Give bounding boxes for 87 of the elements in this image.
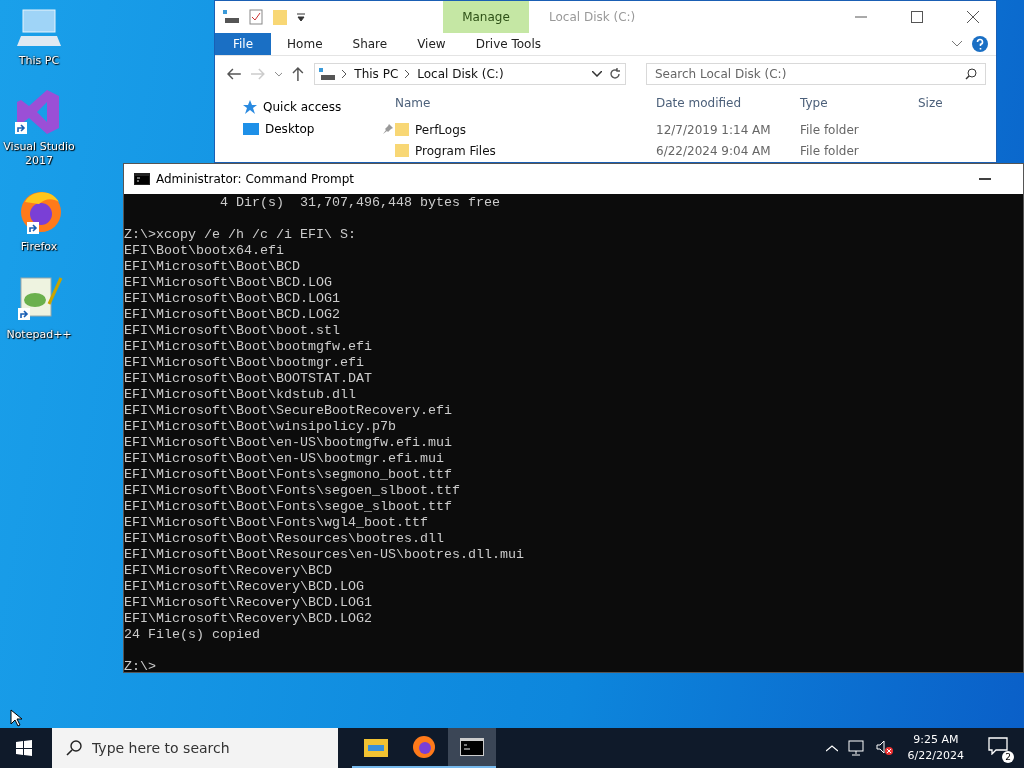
address-bar[interactable]: This PC Local Disk (C:)	[314, 63, 626, 85]
console-line: EFI\Microsoft\Recovery\BCD.LOG1	[124, 595, 373, 611]
taskbar-app[interactable]	[448, 728, 496, 768]
console-line: EFI\Microsoft\Boot\winsipolicy.p7b	[124, 419, 397, 435]
console-icon	[460, 738, 484, 756]
column-header[interactable]: Size	[914, 96, 994, 110]
up-arrow-icon[interactable]	[292, 67, 305, 81]
console-line: EFI\Microsoft\Boot\bootmgr.efi	[124, 355, 365, 371]
console-line: Z:\>xcopy /e /h /c /i EFI\ S:	[124, 227, 357, 243]
muted-speaker-icon[interactable]	[875, 740, 894, 756]
console-line: EFI\Microsoft\Boot\SecureBootRecovery.efi	[124, 403, 453, 419]
notification-count: 2	[1002, 751, 1014, 763]
drive-icon	[319, 68, 336, 80]
table-cell-text: File folder	[799, 143, 860, 158]
column-header[interactable]: Name	[391, 96, 652, 110]
console-line: EFI\Microsoft\Boot\Fonts\segmono_boot.ttf	[124, 467, 453, 483]
search-field[interactable]: Type here to search	[52, 728, 338, 768]
console-line: EFI\Microsoft\Boot\Fonts\wgl4_boot.ttf	[124, 515, 429, 531]
console-line: EFI\Microsoft\Boot\Fonts\segoen_slboot.ttf	[124, 483, 461, 499]
folder-icon	[364, 737, 388, 757]
console-line: EFI\Microsoft\Recovery\BCD.LOG	[124, 579, 365, 595]
nav-item[interactable]: Quick access	[263, 100, 393, 114]
console-line: 4 Dir(s) 31,707,496,448 bytes free	[218, 195, 501, 211]
notification-icon[interactable]	[988, 737, 1008, 755]
console-line: EFI\Microsoft\Boot\Resources\bootres.dll	[124, 531, 445, 547]
chevron-up-icon[interactable]	[825, 744, 838, 752]
ribbon-tab[interactable]: File	[215, 33, 272, 55]
pin-icon[interactable]	[383, 124, 393, 134]
file-name[interactable]: PerfLogs	[415, 122, 467, 137]
console-icon	[134, 173, 150, 185]
mouse-pointer-icon	[10, 709, 22, 727]
help-icon[interactable]	[972, 36, 988, 52]
console-line: EFI\Microsoft\Boot\Fonts\segoe_slboot.ttf	[124, 499, 453, 515]
fox-globe-icon	[412, 735, 436, 759]
chevron-down-icon[interactable]	[592, 71, 602, 77]
console-line: Z:\>	[124, 659, 157, 672]
chevron-right-icon[interactable]	[405, 70, 411, 78]
chevron-right-icon[interactable]	[342, 70, 348, 78]
table-cell-text: File folder	[799, 122, 860, 137]
star-icon	[243, 100, 257, 114]
console-line: EFI\Microsoft\Boot\BOOTSTAT.DAT	[124, 371, 373, 387]
search-icon	[965, 68, 977, 80]
folder-icon	[395, 123, 409, 136]
refresh-icon[interactable]	[609, 68, 621, 80]
ribbon-logo-icon[interactable]	[17, 88, 61, 136]
column-header[interactable]: Type	[796, 96, 914, 110]
search-field[interactable]: Search Local Disk (C:)	[646, 63, 986, 85]
console-line: EFI\Microsoft\Boot\boot.stl	[124, 323, 341, 339]
drive-icon[interactable]	[223, 10, 239, 24]
back-arrow-icon[interactable]	[227, 68, 241, 80]
ribbon-tab[interactable]: View	[403, 33, 460, 55]
nav-item[interactable]: Desktop	[265, 122, 377, 136]
file-name[interactable]: Program Files	[415, 143, 496, 158]
clock-date[interactable]: 6/22/2024	[907, 748, 964, 764]
console-line: EFI\Microsoft\Recovery\BCD	[124, 563, 333, 579]
dropdown-icon[interactable]	[297, 12, 305, 22]
console-line: EFI\Microsoft\Boot\bootmgfw.efi	[124, 339, 373, 355]
maximize-icon[interactable]	[911, 11, 923, 23]
column-header[interactable]: Date modified	[652, 96, 796, 110]
folder-icon	[395, 144, 409, 157]
console-line: EFI\Boot\bootx64.efi	[124, 243, 285, 259]
console-line: EFI\Microsoft\Boot\BCD.LOG1	[124, 291, 341, 307]
breadcrumb-item[interactable]: Local Disk (C:)	[417, 67, 504, 81]
window-title: Administrator: Command Prompt	[156, 172, 354, 186]
console-line: EFI\Microsoft\Boot\en-US\bootmgr.efi.mui	[124, 451, 445, 467]
console-line: EFI\Microsoft\Boot\BCD	[124, 259, 301, 275]
ribbon-tab[interactable]: Share	[338, 33, 402, 55]
console-line: EFI\Microsoft\Recovery\BCD.LOG2	[124, 611, 373, 627]
table-cell-text: 12/7/2019 1:14 AM	[655, 122, 772, 137]
console-line: EFI\Microsoft\Boot\en-US\bootmgfw.efi.mui	[124, 435, 453, 451]
close-icon[interactable]	[967, 11, 979, 23]
clock-time[interactable]: 9:25 AM	[913, 732, 959, 748]
console-line: EFI\Microsoft\Boot\Resources\en-US\bootres.dll.mui	[124, 547, 525, 563]
breadcrumb-item[interactable]: This PC	[354, 67, 399, 81]
window-title: Local Disk (C:)	[549, 10, 637, 24]
properties-icon[interactable]	[249, 9, 263, 25]
table-cell-text: 6/22/2024 9:04 AM	[655, 143, 772, 158]
ribbon-tab[interactable]: Drive Tools	[461, 33, 556, 55]
network-icon[interactable]	[847, 740, 866, 756]
desktop-icon	[243, 123, 259, 135]
console-line: EFI\Microsoft\Boot\kdstub.dll	[124, 387, 357, 403]
windows-logo-icon[interactable]	[16, 740, 32, 756]
console-line: EFI\Microsoft\Boot\BCD.LOG	[124, 275, 333, 291]
manage-tab[interactable]: Manage	[443, 1, 529, 33]
ribbon-tab[interactable]: Home	[273, 33, 337, 55]
console-line: 24 File(s) copied	[124, 627, 261, 643]
console-line: EFI\Microsoft\Boot\BCD.LOG2	[124, 307, 341, 323]
